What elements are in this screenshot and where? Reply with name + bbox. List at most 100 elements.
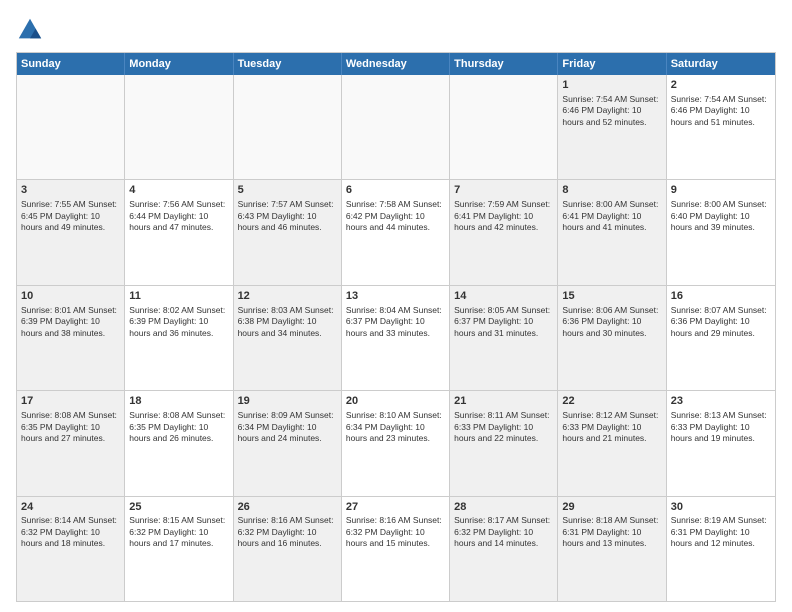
calendar-cell: 25Sunrise: 8:15 AM Sunset: 6:32 PM Dayli… [125, 497, 233, 601]
day-number: 15 [562, 289, 661, 304]
calendar-cell: 6Sunrise: 7:58 AM Sunset: 6:42 PM Daylig… [342, 180, 450, 284]
calendar-cell: 17Sunrise: 8:08 AM Sunset: 6:35 PM Dayli… [17, 391, 125, 495]
day-number: 9 [671, 183, 771, 198]
calendar-cell: 8Sunrise: 8:00 AM Sunset: 6:41 PM Daylig… [558, 180, 666, 284]
day-number: 28 [454, 500, 553, 515]
day-number: 7 [454, 183, 553, 198]
header [16, 16, 776, 44]
calendar-cell: 26Sunrise: 8:16 AM Sunset: 6:32 PM Dayli… [234, 497, 342, 601]
calendar-cell [234, 75, 342, 179]
day-number: 17 [21, 394, 120, 409]
calendar-row: 17Sunrise: 8:08 AM Sunset: 6:35 PM Dayli… [17, 390, 775, 495]
calendar-cell: 15Sunrise: 8:06 AM Sunset: 6:36 PM Dayli… [558, 286, 666, 390]
calendar-cell: 5Sunrise: 7:57 AM Sunset: 6:43 PM Daylig… [234, 180, 342, 284]
logo-icon [16, 16, 44, 44]
day-number: 6 [346, 183, 445, 198]
calendar-cell: 21Sunrise: 8:11 AM Sunset: 6:33 PM Dayli… [450, 391, 558, 495]
calendar-cell [125, 75, 233, 179]
daylight-hours: Sunrise: 8:06 AM Sunset: 6:36 PM Dayligh… [562, 305, 661, 339]
daylight-hours: Sunrise: 8:00 AM Sunset: 6:40 PM Dayligh… [671, 199, 771, 233]
weekday-header: Monday [125, 53, 233, 75]
day-number: 18 [129, 394, 228, 409]
day-number: 10 [21, 289, 120, 304]
calendar-cell [450, 75, 558, 179]
day-number: 5 [238, 183, 337, 198]
daylight-hours: Sunrise: 8:05 AM Sunset: 6:37 PM Dayligh… [454, 305, 553, 339]
calendar-cell: 29Sunrise: 8:18 AM Sunset: 6:31 PM Dayli… [558, 497, 666, 601]
calendar-body: 1Sunrise: 7:54 AM Sunset: 6:46 PM Daylig… [17, 75, 775, 601]
daylight-hours: Sunrise: 8:13 AM Sunset: 6:33 PM Dayligh… [671, 410, 771, 444]
day-number: 26 [238, 500, 337, 515]
day-number: 21 [454, 394, 553, 409]
daylight-hours: Sunrise: 8:18 AM Sunset: 6:31 PM Dayligh… [562, 515, 661, 549]
calendar-cell: 27Sunrise: 8:16 AM Sunset: 6:32 PM Dayli… [342, 497, 450, 601]
calendar-cell: 28Sunrise: 8:17 AM Sunset: 6:32 PM Dayli… [450, 497, 558, 601]
calendar-cell: 14Sunrise: 8:05 AM Sunset: 6:37 PM Dayli… [450, 286, 558, 390]
calendar-row: 10Sunrise: 8:01 AM Sunset: 6:39 PM Dayli… [17, 285, 775, 390]
calendar-cell: 30Sunrise: 8:19 AM Sunset: 6:31 PM Dayli… [667, 497, 775, 601]
daylight-hours: Sunrise: 8:03 AM Sunset: 6:38 PM Dayligh… [238, 305, 337, 339]
day-number: 23 [671, 394, 771, 409]
daylight-hours: Sunrise: 7:57 AM Sunset: 6:43 PM Dayligh… [238, 199, 337, 233]
daylight-hours: Sunrise: 8:09 AM Sunset: 6:34 PM Dayligh… [238, 410, 337, 444]
day-number: 27 [346, 500, 445, 515]
calendar-cell: 18Sunrise: 8:08 AM Sunset: 6:35 PM Dayli… [125, 391, 233, 495]
daylight-hours: Sunrise: 8:04 AM Sunset: 6:37 PM Dayligh… [346, 305, 445, 339]
daylight-hours: Sunrise: 8:16 AM Sunset: 6:32 PM Dayligh… [238, 515, 337, 549]
daylight-hours: Sunrise: 8:11 AM Sunset: 6:33 PM Dayligh… [454, 410, 553, 444]
calendar-cell: 24Sunrise: 8:14 AM Sunset: 6:32 PM Dayli… [17, 497, 125, 601]
weekday-header: Sunday [17, 53, 125, 75]
calendar-cell: 4Sunrise: 7:56 AM Sunset: 6:44 PM Daylig… [125, 180, 233, 284]
daylight-hours: Sunrise: 8:00 AM Sunset: 6:41 PM Dayligh… [562, 199, 661, 233]
daylight-hours: Sunrise: 8:14 AM Sunset: 6:32 PM Dayligh… [21, 515, 120, 549]
day-number: 14 [454, 289, 553, 304]
daylight-hours: Sunrise: 7:54 AM Sunset: 6:46 PM Dayligh… [562, 94, 661, 128]
day-number: 12 [238, 289, 337, 304]
calendar-row: 1Sunrise: 7:54 AM Sunset: 6:46 PM Daylig… [17, 75, 775, 179]
calendar-cell: 1Sunrise: 7:54 AM Sunset: 6:46 PM Daylig… [558, 75, 666, 179]
logo [16, 16, 48, 44]
calendar: SundayMondayTuesdayWednesdayThursdayFrid… [16, 52, 776, 602]
daylight-hours: Sunrise: 8:08 AM Sunset: 6:35 PM Dayligh… [21, 410, 120, 444]
calendar-cell [17, 75, 125, 179]
calendar-cell: 2Sunrise: 7:54 AM Sunset: 6:46 PM Daylig… [667, 75, 775, 179]
day-number: 20 [346, 394, 445, 409]
daylight-hours: Sunrise: 8:12 AM Sunset: 6:33 PM Dayligh… [562, 410, 661, 444]
calendar-cell [342, 75, 450, 179]
daylight-hours: Sunrise: 7:56 AM Sunset: 6:44 PM Dayligh… [129, 199, 228, 233]
calendar-cell: 12Sunrise: 8:03 AM Sunset: 6:38 PM Dayli… [234, 286, 342, 390]
day-number: 16 [671, 289, 771, 304]
calendar-cell: 20Sunrise: 8:10 AM Sunset: 6:34 PM Dayli… [342, 391, 450, 495]
daylight-hours: Sunrise: 8:15 AM Sunset: 6:32 PM Dayligh… [129, 515, 228, 549]
calendar-cell: 23Sunrise: 8:13 AM Sunset: 6:33 PM Dayli… [667, 391, 775, 495]
day-number: 13 [346, 289, 445, 304]
calendar-cell: 11Sunrise: 8:02 AM Sunset: 6:39 PM Dayli… [125, 286, 233, 390]
daylight-hours: Sunrise: 7:54 AM Sunset: 6:46 PM Dayligh… [671, 94, 771, 128]
weekday-header: Friday [558, 53, 666, 75]
daylight-hours: Sunrise: 8:19 AM Sunset: 6:31 PM Dayligh… [671, 515, 771, 549]
day-number: 1 [562, 78, 661, 93]
calendar-header: SundayMondayTuesdayWednesdayThursdayFrid… [17, 53, 775, 75]
page: SundayMondayTuesdayWednesdayThursdayFrid… [0, 0, 792, 612]
weekday-header: Thursday [450, 53, 558, 75]
weekday-header: Saturday [667, 53, 775, 75]
day-number: 8 [562, 183, 661, 198]
calendar-cell: 10Sunrise: 8:01 AM Sunset: 6:39 PM Dayli… [17, 286, 125, 390]
daylight-hours: Sunrise: 8:01 AM Sunset: 6:39 PM Dayligh… [21, 305, 120, 339]
calendar-cell: 7Sunrise: 7:59 AM Sunset: 6:41 PM Daylig… [450, 180, 558, 284]
daylight-hours: Sunrise: 7:55 AM Sunset: 6:45 PM Dayligh… [21, 199, 120, 233]
calendar-cell: 19Sunrise: 8:09 AM Sunset: 6:34 PM Dayli… [234, 391, 342, 495]
daylight-hours: Sunrise: 7:59 AM Sunset: 6:41 PM Dayligh… [454, 199, 553, 233]
calendar-cell: 3Sunrise: 7:55 AM Sunset: 6:45 PM Daylig… [17, 180, 125, 284]
calendar-cell: 22Sunrise: 8:12 AM Sunset: 6:33 PM Dayli… [558, 391, 666, 495]
daylight-hours: Sunrise: 8:08 AM Sunset: 6:35 PM Dayligh… [129, 410, 228, 444]
day-number: 25 [129, 500, 228, 515]
daylight-hours: Sunrise: 8:16 AM Sunset: 6:32 PM Dayligh… [346, 515, 445, 549]
day-number: 24 [21, 500, 120, 515]
day-number: 22 [562, 394, 661, 409]
weekday-header: Wednesday [342, 53, 450, 75]
weekday-header: Tuesday [234, 53, 342, 75]
calendar-cell: 9Sunrise: 8:00 AM Sunset: 6:40 PM Daylig… [667, 180, 775, 284]
day-number: 3 [21, 183, 120, 198]
daylight-hours: Sunrise: 8:10 AM Sunset: 6:34 PM Dayligh… [346, 410, 445, 444]
